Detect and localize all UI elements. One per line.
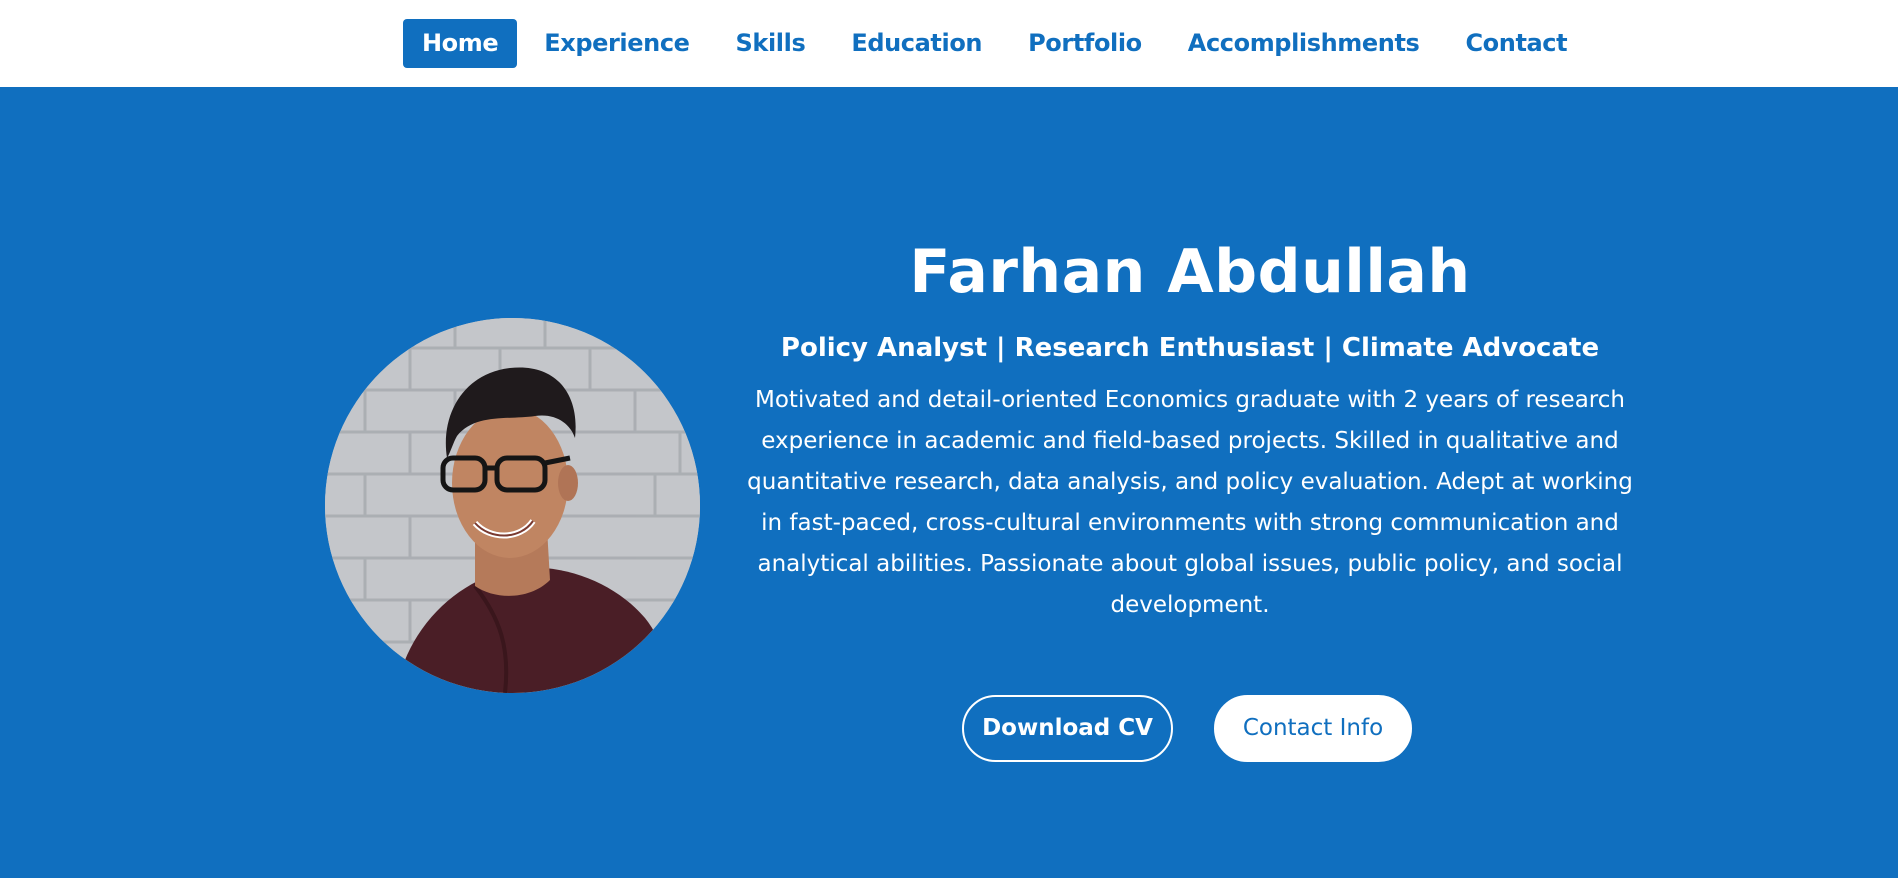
nav-item-home[interactable]: Home — [403, 19, 518, 68]
nav-item-skills[interactable]: Skills — [717, 19, 825, 68]
download-cv-button[interactable]: Download CV — [962, 695, 1173, 762]
nav-item-portfolio[interactable]: Portfolio — [1009, 19, 1161, 68]
nav-item-accomplishments[interactable]: Accomplishments — [1169, 19, 1439, 68]
nav-item-contact[interactable]: Contact — [1446, 19, 1586, 68]
nav-item-experience[interactable]: Experience — [525, 19, 708, 68]
profile-photo — [325, 318, 700, 693]
profile-photo-image — [325, 318, 700, 693]
nav-item-education[interactable]: Education — [832, 19, 1001, 68]
top-navbar: Home Experience Skills Education Portfol… — [0, 0, 1898, 87]
hero-content: Farhan Abdullah Policy Analyst | Researc… — [745, 232, 1635, 626]
contact-info-button[interactable]: Contact Info — [1214, 695, 1412, 762]
nav-menu: Home Experience Skills Education Portfol… — [403, 19, 1594, 68]
profile-bio: Motivated and detail-oriented Economics … — [747, 387, 1633, 618]
profile-tagline: Policy Analyst | Research Enthusiast | C… — [780, 333, 1600, 363]
profile-name: Farhan Abdullah — [909, 237, 1471, 307]
